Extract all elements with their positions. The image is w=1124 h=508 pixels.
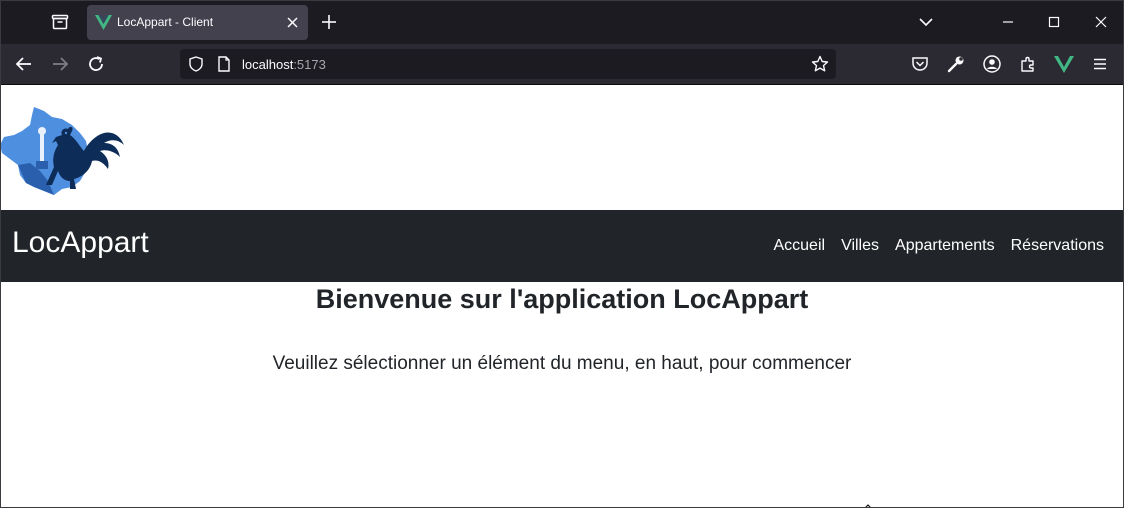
brand-link[interactable]: LocAppart	[12, 226, 149, 260]
back-arrow-icon[interactable]	[12, 52, 36, 76]
instructions-text: Veuillez sélectionner un élément du menu…	[272, 353, 852, 374]
page-title: Bienvenue sur l'application LocAppart	[315, 284, 809, 314]
chevron-down-icon[interactable]	[914, 10, 938, 34]
puzzle-icon[interactable]	[1017, 53, 1039, 75]
browser-titlebar: LocAppart - Client	[0, 0, 1124, 44]
minimize-icon[interactable]	[996, 10, 1020, 34]
main-menu: Accueil Villes Appartements Réservations	[773, 237, 1104, 255]
tab-title: LocAppart - Client	[117, 15, 214, 29]
account-icon[interactable]	[981, 53, 1003, 75]
page-content: LocAppart Accueil Villes Appartements Ré…	[0, 85, 1124, 508]
site-navbar: LocAppart Accueil Villes Appartements Ré…	[0, 210, 1124, 282]
url-port: :5173	[293, 57, 326, 72]
vue-devtools-icon[interactable]	[1053, 53, 1075, 75]
tab-list-icon[interactable]	[48, 10, 72, 34]
close-icon[interactable]	[1089, 10, 1113, 34]
url-bar[interactable]: localhost:5173	[180, 49, 836, 79]
menu-item-appartements[interactable]: Appartements	[895, 237, 995, 255]
plus-icon[interactable]	[317, 10, 341, 34]
page-icon[interactable]	[217, 56, 231, 72]
header-banner	[0, 85, 1124, 210]
browser-toolbar: localhost:5173	[0, 44, 1124, 85]
reload-icon[interactable]	[84, 52, 108, 76]
tab-close-icon[interactable]	[283, 13, 303, 33]
wrench-icon[interactable]	[945, 53, 967, 75]
pocket-icon[interactable]	[909, 53, 931, 75]
menu-item-reservations[interactable]: Réservations	[1011, 237, 1104, 255]
hamburger-menu-icon[interactable]	[1089, 53, 1111, 75]
cursor-icon	[862, 501, 874, 508]
url-text: localhost:5173	[242, 57, 326, 72]
france-rooster-logo	[0, 105, 126, 197]
menu-item-villes[interactable]: Villes	[841, 237, 879, 255]
vue-logo-icon	[95, 14, 112, 31]
star-icon[interactable]	[811, 55, 829, 73]
shield-icon[interactable]	[188, 56, 204, 72]
browser-tab[interactable]: LocAppart - Client	[87, 5, 308, 40]
url-host: localhost	[242, 57, 294, 72]
maximize-icon[interactable]	[1042, 10, 1066, 34]
menu-item-accueil[interactable]: Accueil	[773, 237, 825, 255]
forward-arrow-icon[interactable]	[48, 52, 72, 76]
